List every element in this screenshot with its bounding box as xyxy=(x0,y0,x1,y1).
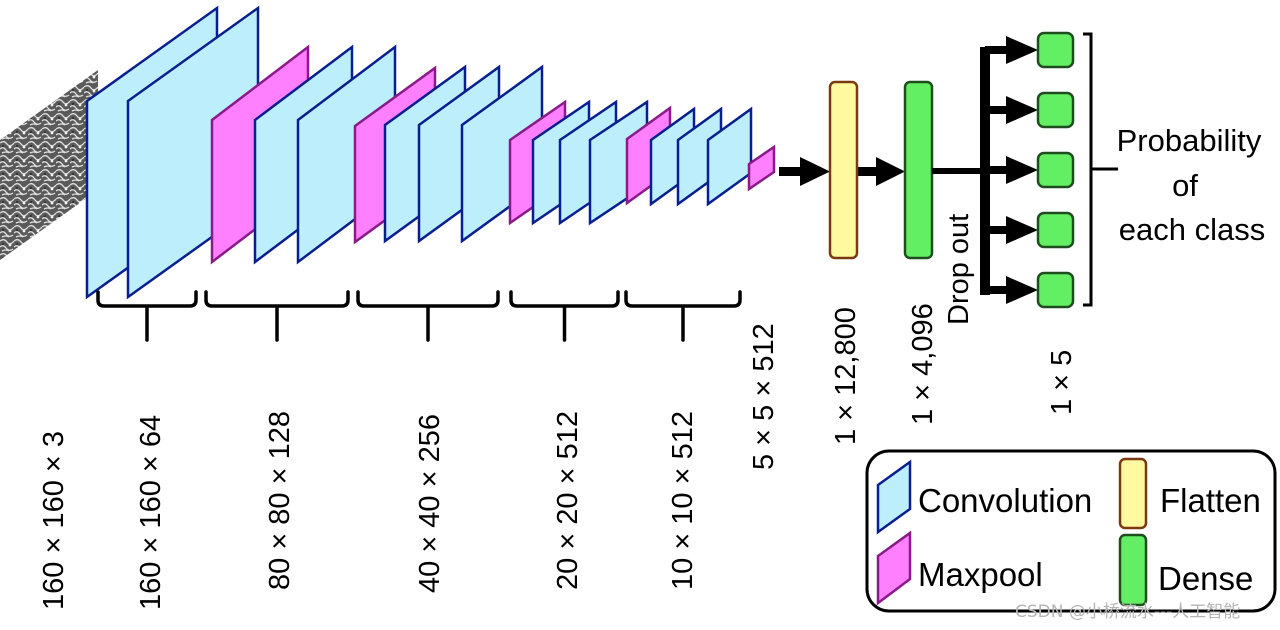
legend-flatten-swatch xyxy=(1118,457,1148,530)
probability-description: Probability of each class xyxy=(1117,123,1266,247)
block-brackets xyxy=(96,290,742,342)
dropout-label: Drop out xyxy=(943,214,975,325)
output-node xyxy=(1036,271,1075,309)
probability-line-3: each class xyxy=(1119,212,1265,247)
input-shape-label: 160 × 160 × 3 xyxy=(38,431,70,610)
output-arrow-shaft xyxy=(985,226,1009,234)
watermark: CSDN @小桥流水---人工智能 xyxy=(1015,602,1240,622)
probability-line-1: Probability xyxy=(1117,123,1262,158)
block-label-5: 10 × 10 × 512 xyxy=(667,411,699,590)
output-arrow-icon xyxy=(1006,276,1038,304)
block-label-4: 20 × 20 × 512 xyxy=(552,411,584,590)
output-node xyxy=(1036,151,1075,189)
block-bracket xyxy=(624,290,742,342)
block-bracket xyxy=(96,290,198,342)
output-shape-label: 1 × 5 xyxy=(1046,350,1078,415)
legend-dense-swatch xyxy=(1118,533,1148,607)
block-label-2: 80 × 80 × 128 xyxy=(264,411,296,590)
arrow-to-dense-icon xyxy=(876,157,905,186)
legend: Convolution Maxpool Flatten Dense xyxy=(865,449,1277,613)
final-pool-label: 5 × 5 × 512 xyxy=(748,323,780,470)
probability-bracket xyxy=(1083,32,1118,307)
arrow-to-flatten-icon xyxy=(800,157,830,186)
output-arrow-shaft xyxy=(985,166,1009,174)
legend-pool-label: Maxpool xyxy=(918,556,1043,593)
feature-map-stack xyxy=(85,5,776,300)
input-image xyxy=(0,70,98,260)
cnn-architecture-diagram: 160 × 160 × 3 160 × 160 × 64 80 × 80 × 1… xyxy=(0,5,1277,622)
output-arrow-icon xyxy=(1006,216,1038,244)
output-arrow-icon xyxy=(1006,156,1038,184)
legend-conv-label: Convolution xyxy=(918,482,1092,519)
flatten-layer xyxy=(828,80,859,260)
maxpool-layer xyxy=(747,144,776,192)
output-arrow-shaft xyxy=(985,286,1009,294)
probability-line-2: of xyxy=(1172,168,1198,203)
output-node xyxy=(1036,31,1075,69)
legend-flatten-label: Flatten xyxy=(1160,482,1261,519)
legend-dense-label: Dense xyxy=(1158,560,1253,597)
output-node xyxy=(1036,211,1075,249)
output-arrow-shaft xyxy=(985,106,1009,114)
dense-shape-label: 1 × 4,096 xyxy=(907,303,939,425)
output-node xyxy=(1036,91,1075,129)
block-bracket xyxy=(356,290,500,342)
output-arrow-icon xyxy=(1006,36,1038,64)
block-bracket xyxy=(509,290,620,342)
dense-layer xyxy=(903,80,934,260)
block-label-3: 40 × 40 × 256 xyxy=(414,414,446,593)
output-arrow-icon xyxy=(1006,96,1038,124)
output-arrow-shaft xyxy=(985,46,1009,54)
flatten-shape-label: 1 × 12,800 xyxy=(830,307,862,445)
output-nodes xyxy=(985,31,1075,309)
block-bracket xyxy=(204,290,350,342)
block-label-1: 160 × 160 × 64 xyxy=(135,415,167,610)
